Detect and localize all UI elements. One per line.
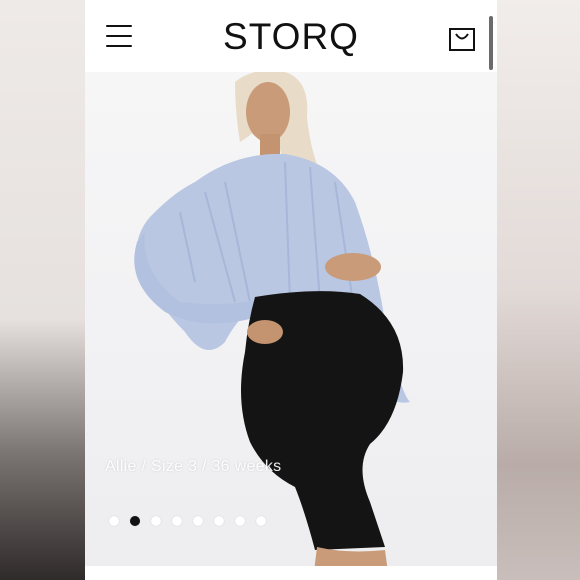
carousel-dot-7[interactable]	[235, 516, 245, 526]
product-image-carousel[interactable]: Allie / Size 3 / 36 weeks	[85, 72, 497, 580]
model-photo	[134, 72, 410, 580]
site-header: STORQ	[85, 0, 497, 72]
shopping-bag-icon	[449, 28, 475, 51]
model-back-hand	[247, 320, 283, 344]
hamburger-line	[106, 45, 132, 47]
carousel-dot-6[interactable]	[214, 516, 224, 526]
carousel-dot-4[interactable]	[172, 516, 182, 526]
bottom-bar	[85, 566, 497, 580]
hamburger-line	[106, 35, 132, 37]
carousel-dot-3[interactable]	[151, 516, 161, 526]
menu-button[interactable]	[103, 22, 135, 50]
hamburger-menu-icon	[106, 25, 132, 27]
mobile-page: STORQ Allie / Size 3 / 36 weeks	[85, 0, 497, 580]
cart-button[interactable]	[447, 24, 477, 54]
model-face	[246, 82, 290, 142]
model-hand	[325, 253, 381, 281]
model-caption: Allie / Size 3 / 36 weeks	[105, 458, 282, 475]
scrollbar-thumb[interactable]	[489, 16, 493, 70]
brand-logo[interactable]: STORQ	[223, 18, 359, 55]
carousel-dot-5[interactable]	[193, 516, 203, 526]
carousel-dot-2[interactable]	[130, 516, 140, 526]
carousel-pagination	[109, 516, 266, 526]
carousel-dot-8[interactable]	[256, 516, 266, 526]
blurred-backdrop-right	[497, 0, 580, 580]
blurred-backdrop-left	[0, 0, 85, 580]
carousel-dot-1[interactable]	[109, 516, 119, 526]
model-neck	[260, 134, 280, 156]
